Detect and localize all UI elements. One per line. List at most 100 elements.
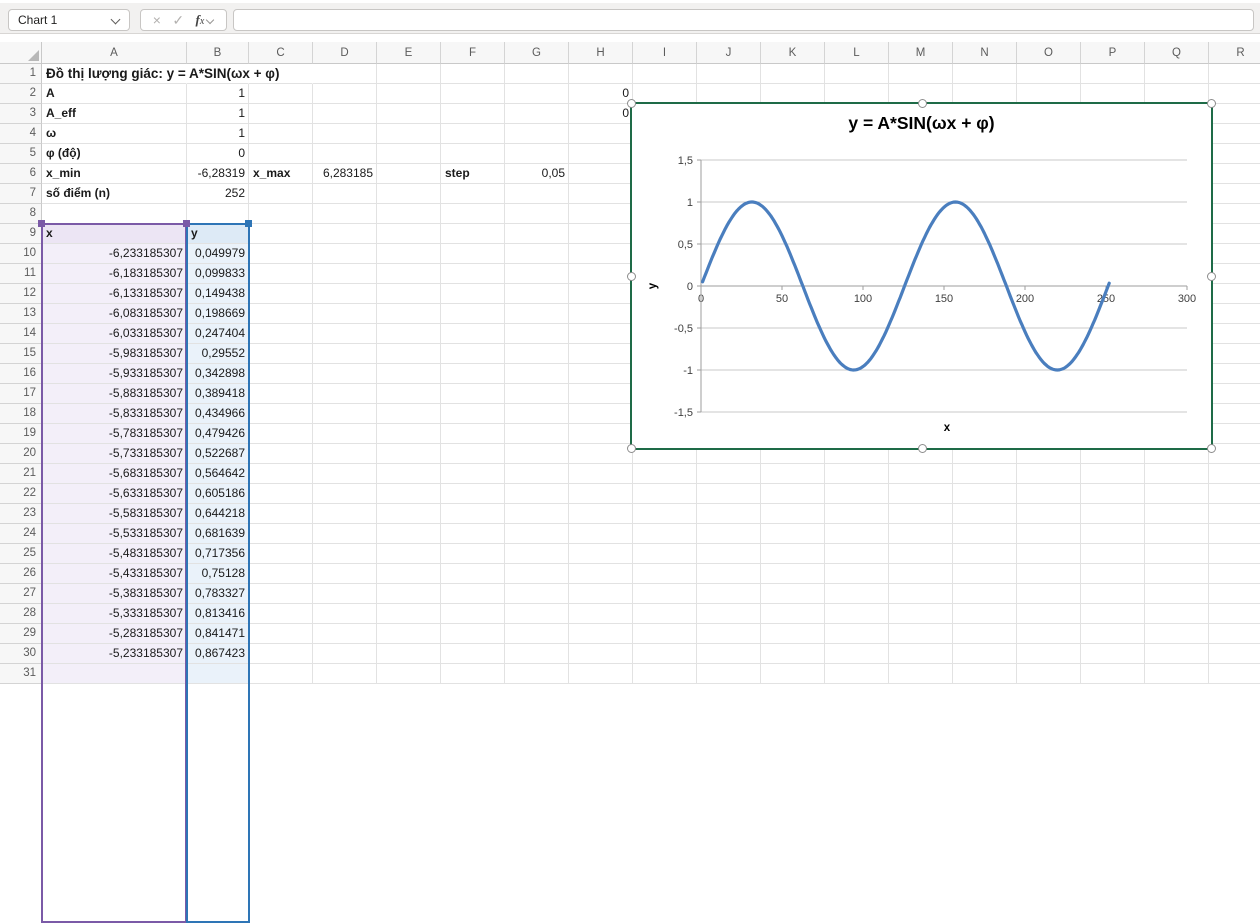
enter-icon[interactable]: ✓ (172, 10, 184, 30)
row-header-24[interactable]: 24 (0, 524, 42, 544)
row-header-6[interactable]: 6 (0, 164, 42, 184)
cell-F28[interactable] (441, 604, 505, 624)
cell-C22[interactable] (249, 484, 313, 504)
cell-M26[interactable] (889, 564, 953, 584)
cell-P24[interactable] (1081, 524, 1145, 544)
row-header-16[interactable]: 16 (0, 364, 42, 384)
col-header-O[interactable]: O (1017, 42, 1081, 64)
cell-F30[interactable] (441, 644, 505, 664)
cell-C2[interactable] (249, 84, 313, 104)
cell-O28[interactable] (1017, 604, 1081, 624)
cell-N25[interactable] (953, 544, 1017, 564)
cell-I21[interactable] (633, 464, 697, 484)
cell-G22[interactable] (505, 484, 569, 504)
cell-E21[interactable] (377, 464, 441, 484)
cell-E6[interactable] (377, 164, 441, 184)
cell-C16[interactable] (249, 364, 313, 384)
cell-R24[interactable] (1209, 524, 1260, 544)
cell-N22[interactable] (953, 484, 1017, 504)
cell-G13[interactable] (505, 304, 569, 324)
cell-C23[interactable] (249, 504, 313, 524)
cell-Q27[interactable] (1145, 584, 1209, 604)
cell-C10[interactable] (249, 244, 313, 264)
cell-R23[interactable] (1209, 504, 1260, 524)
col-header-D[interactable]: D (313, 42, 377, 64)
cell-E15[interactable] (377, 344, 441, 364)
cell-P23[interactable] (1081, 504, 1145, 524)
row-header-5[interactable]: 5 (0, 144, 42, 164)
cell-L30[interactable] (825, 644, 889, 664)
cell-Q1[interactable] (1145, 64, 1209, 84)
cell-E18[interactable] (377, 404, 441, 424)
cell-D10[interactable] (313, 244, 377, 264)
chart-resize-handle-sw[interactable] (627, 444, 636, 453)
cell-H28[interactable] (569, 604, 633, 624)
cell-C4[interactable] (249, 124, 313, 144)
cell-J1[interactable] (697, 64, 761, 84)
cell-P22[interactable] (1081, 484, 1145, 504)
cell-R31[interactable] (1209, 664, 1260, 684)
cell-D5[interactable] (313, 144, 377, 164)
cell-P25[interactable] (1081, 544, 1145, 564)
cell-E10[interactable] (377, 244, 441, 264)
cell-Q23[interactable] (1145, 504, 1209, 524)
cell-H13[interactable] (569, 304, 633, 324)
col-header-I[interactable]: I (633, 42, 697, 64)
cell-H4[interactable] (569, 124, 633, 144)
col-header-A[interactable]: A (42, 42, 187, 64)
cell-L28[interactable] (825, 604, 889, 624)
cell-C11[interactable] (249, 264, 313, 284)
cell-Q28[interactable] (1145, 604, 1209, 624)
chart-y-axis-title[interactable]: y (647, 283, 659, 289)
cell-F5[interactable] (441, 144, 505, 164)
cell-C3[interactable] (249, 104, 313, 124)
cell-R16[interactable] (1209, 364, 1260, 384)
row-header-2[interactable]: 2 (0, 84, 42, 104)
cell-F4[interactable] (441, 124, 505, 144)
cell-F22[interactable] (441, 484, 505, 504)
cell-L27[interactable] (825, 584, 889, 604)
row-header-23[interactable]: 23 (0, 504, 42, 524)
name-box-input[interactable] (9, 13, 110, 27)
cell-C26[interactable] (249, 564, 313, 584)
cell-H25[interactable] (569, 544, 633, 564)
cell-R7[interactable] (1209, 184, 1260, 204)
cell-J27[interactable] (697, 584, 761, 604)
cell-K22[interactable] (761, 484, 825, 504)
cell-O30[interactable] (1017, 644, 1081, 664)
cell-E24[interactable] (377, 524, 441, 544)
cell-A31[interactable] (42, 664, 187, 684)
cell-O29[interactable] (1017, 624, 1081, 644)
row-header-3[interactable]: 3 (0, 104, 42, 124)
row-header-25[interactable]: 25 (0, 544, 42, 564)
cancel-icon[interactable]: × (153, 10, 161, 30)
row-header-27[interactable]: 27 (0, 584, 42, 604)
col-header-J[interactable]: J (697, 42, 761, 64)
cell-C19[interactable] (249, 424, 313, 444)
cell-E14[interactable] (377, 324, 441, 344)
cell-G24[interactable] (505, 524, 569, 544)
cell-N21[interactable] (953, 464, 1017, 484)
insert-function-button[interactable]: fx (195, 12, 214, 28)
cell-C28[interactable] (249, 604, 313, 624)
cell-G1[interactable] (505, 64, 569, 84)
cell-E17[interactable] (377, 384, 441, 404)
cell-Q24[interactable] (1145, 524, 1209, 544)
cell-R29[interactable] (1209, 624, 1260, 644)
row-header-12[interactable]: 12 (0, 284, 42, 304)
cell-F10[interactable] (441, 244, 505, 264)
chart-title[interactable]: y = A*SIN(ωx + φ) (632, 113, 1211, 134)
cell-D30[interactable] (313, 644, 377, 664)
cell-F23[interactable] (441, 504, 505, 524)
cell-H1[interactable] (569, 64, 633, 84)
cell-J25[interactable] (697, 544, 761, 564)
cell-E25[interactable] (377, 544, 441, 564)
cell-M24[interactable] (889, 524, 953, 544)
cell-F11[interactable] (441, 264, 505, 284)
cell-G2[interactable] (505, 84, 569, 104)
cell-I31[interactable] (633, 664, 697, 684)
cell-R11[interactable] (1209, 264, 1260, 284)
cell-O25[interactable] (1017, 544, 1081, 564)
cell-C27[interactable] (249, 584, 313, 604)
row-header-20[interactable]: 20 (0, 444, 42, 464)
